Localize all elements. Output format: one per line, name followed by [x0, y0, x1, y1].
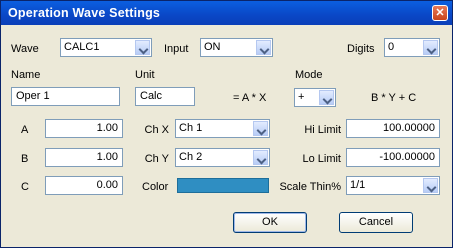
input-select[interactable]: ON — [200, 38, 273, 57]
close-button[interactable]: ✕ — [432, 5, 448, 21]
dialog-window: Operation Wave Settings ✕ Wave CALC1 Inp… — [0, 0, 453, 248]
lo-limit-label: Lo Limit — [302, 153, 341, 165]
chevron-down-icon[interactable] — [253, 121, 268, 136]
name-field[interactable]: Oper 1 — [11, 87, 120, 106]
window-title: Operation Wave Settings — [8, 6, 161, 20]
chx-label: Ch X — [144, 124, 169, 136]
color-label: Color — [142, 181, 169, 193]
formula-b-y-c: B * Y + C — [371, 92, 417, 104]
mode-select-value: + — [298, 91, 305, 103]
digits-label: Digits — [347, 43, 375, 55]
chevron-down-icon[interactable] — [423, 40, 438, 55]
unit-label: Unit — [135, 69, 155, 81]
chy-select[interactable]: Ch 2 — [175, 148, 270, 167]
chevron-down-icon[interactable] — [256, 40, 271, 55]
ok-button[interactable]: OK — [233, 212, 307, 233]
chy-label: Ch Y — [144, 153, 169, 165]
scale-thin-label: Scale Thin% — [279, 181, 341, 193]
mode-label: Mode — [295, 69, 323, 81]
hi-limit-label: Hi Limit — [304, 124, 341, 136]
color-swatch[interactable] — [177, 178, 269, 193]
b-field[interactable]: 1.00 — [45, 148, 123, 167]
a-label: A — [21, 124, 29, 136]
close-icon: ✕ — [435, 7, 445, 19]
wave-label: Wave — [11, 43, 39, 55]
chy-select-value: Ch 2 — [179, 151, 203, 163]
mode-select[interactable]: + — [294, 88, 336, 107]
unit-field[interactable]: Calc — [135, 87, 195, 106]
a-field[interactable]: 1.00 — [45, 119, 123, 138]
input-select-value: ON — [204, 41, 221, 53]
chevron-down-icon[interactable] — [253, 150, 268, 165]
chx-select[interactable]: Ch 1 — [175, 119, 270, 138]
scale-thin-select-value: 1/1 — [350, 179, 366, 191]
title-bar[interactable]: Operation Wave Settings ✕ — [1, 1, 452, 25]
lo-limit-field[interactable]: -100.00000 — [346, 148, 440, 167]
formula-a-x: = A * X — [233, 92, 267, 104]
cancel-button[interactable]: Cancel — [339, 212, 413, 233]
b-label: B — [21, 153, 29, 165]
digits-select-value: 0 — [388, 41, 395, 53]
c-label: C — [21, 181, 29, 193]
digits-select[interactable]: 0 — [384, 38, 440, 57]
wave-select-value: CALC1 — [64, 41, 100, 53]
chevron-down-icon[interactable] — [423, 178, 438, 193]
chevron-down-icon[interactable] — [135, 40, 150, 55]
c-field[interactable]: 0.00 — [45, 176, 123, 195]
wave-select[interactable]: CALC1 — [60, 38, 152, 57]
scale-thin-select[interactable]: 1/1 — [346, 176, 440, 195]
hi-limit-field[interactable]: 100.00000 — [346, 119, 440, 138]
chevron-down-icon[interactable] — [319, 90, 334, 105]
chx-select-value: Ch 1 — [179, 122, 203, 134]
input-label: Input — [164, 43, 189, 55]
name-label: Name — [11, 69, 41, 81]
